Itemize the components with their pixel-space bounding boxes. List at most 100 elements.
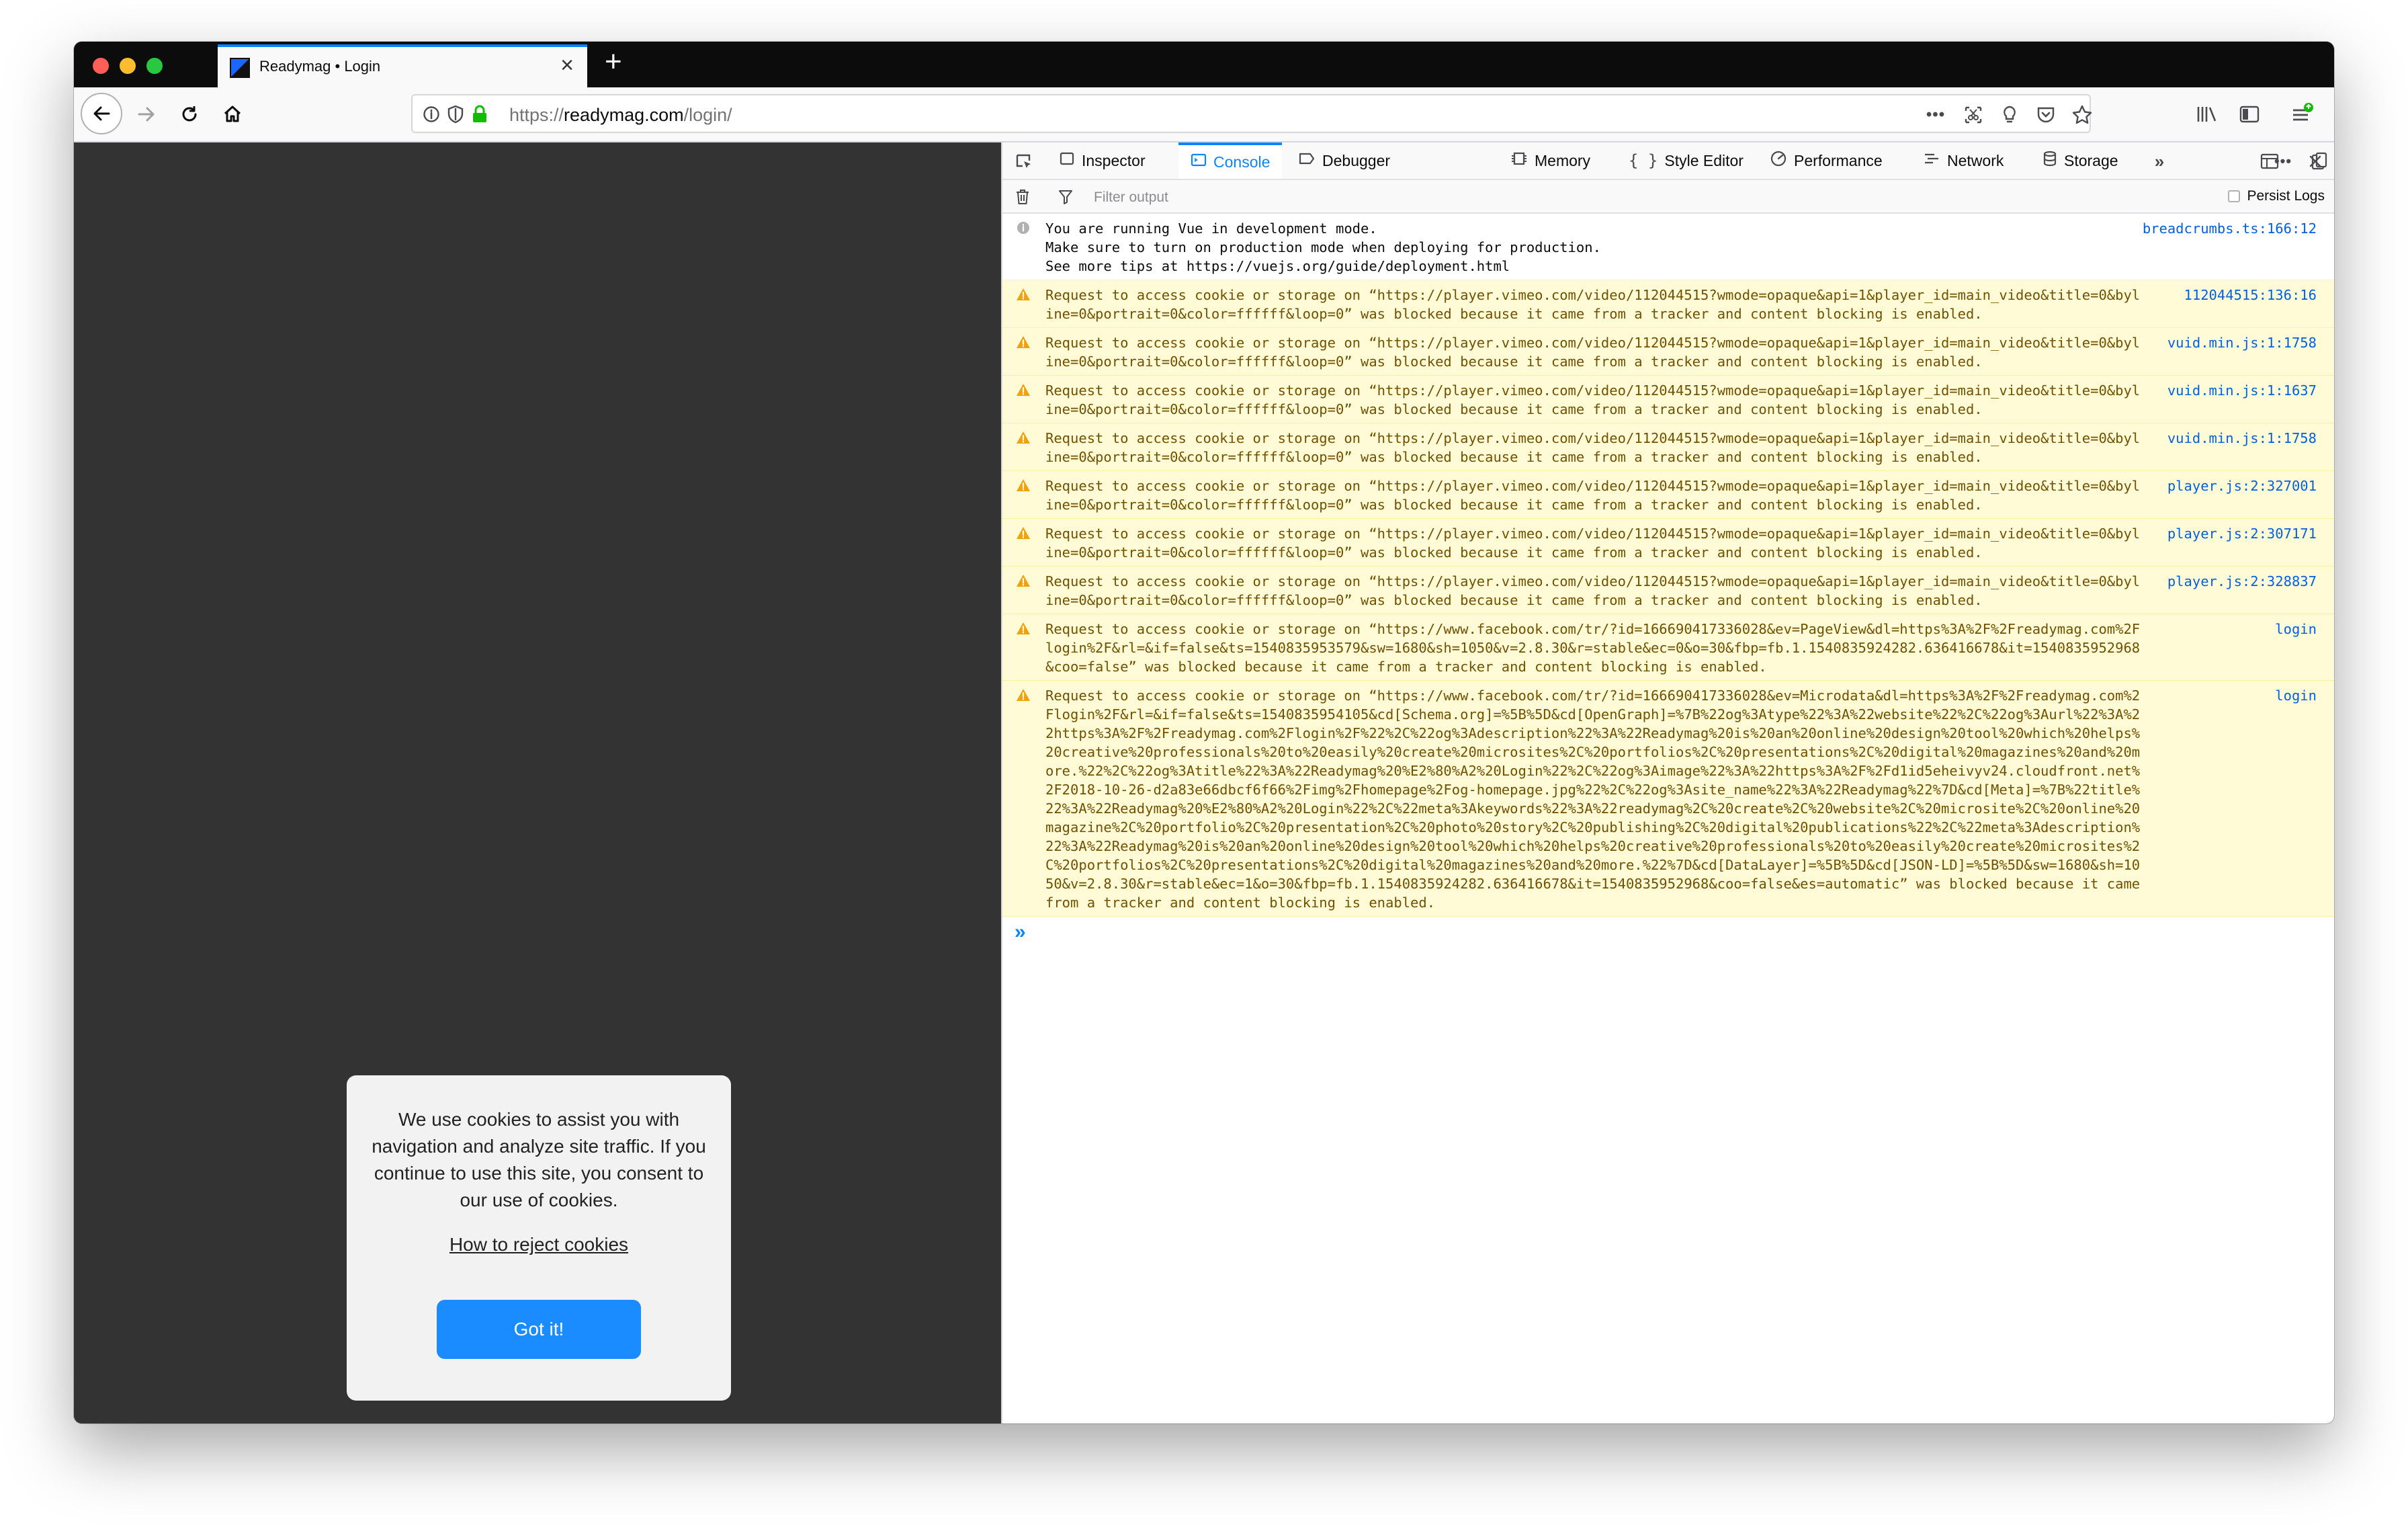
persist-logs-label: Persist Logs [2247, 188, 2325, 204]
url-text[interactable]: https://readymag.com/login/ [509, 105, 732, 126]
debugger-icon [1298, 151, 1316, 171]
message-text: Request to access cookie or storage on “… [1045, 430, 2141, 465]
performance-icon [1770, 150, 1787, 172]
window-maximize-button[interactable] [146, 58, 163, 74]
secure-lock-icon[interactable] [469, 104, 490, 125]
message-text: Request to access cookie or storage on “… [1045, 287, 2141, 322]
forward-button[interactable] [129, 97, 164, 132]
readymag-favicon-icon [230, 58, 250, 78]
console-warning-message[interactable]: Request to access cookie or storage on “… [1002, 614, 2334, 681]
console-warning-message[interactable]: Request to access cookie or storage on “… [1002, 567, 2334, 614]
bookmark-star-icon[interactable] [2071, 104, 2094, 126]
tab-inspector[interactable]: Inspector [1059, 142, 1146, 179]
warning-icon [1016, 382, 1031, 397]
url-path: /login/ [683, 105, 732, 125]
console-input[interactable]: » [1002, 917, 2334, 946]
window-minimize-button[interactable] [120, 58, 136, 74]
url-bar[interactable]: https://readymag.com/login/ ••• [411, 94, 2094, 133]
message-source-link[interactable]: vuid.min.js:1:1758 [2167, 429, 2317, 448]
warning-icon [1016, 621, 1031, 636]
style-editor-icon: { } [1629, 151, 1658, 170]
message-source-link[interactable]: vuid.min.js:1:1758 [2167, 333, 2317, 352]
tab-debugger[interactable]: Debugger [1298, 142, 1390, 179]
got-it-button[interactable]: Got it! [437, 1300, 641, 1359]
more-tools-chevron-icon[interactable]: » [2149, 151, 2170, 172]
checkbox-box[interactable] [2228, 190, 2241, 202]
tab-label: Console [1213, 153, 1271, 171]
home-button[interactable] [215, 97, 250, 132]
console-warning-message[interactable]: Request to access cookie or storage on “… [1002, 681, 2334, 917]
message-source-link[interactable]: player.js:2:307171 [2167, 524, 2317, 543]
tab-performance[interactable]: Performance [1770, 142, 1883, 179]
message-text: You are running Vue in development mode.… [1045, 220, 1601, 274]
window-close-button[interactable] [93, 58, 109, 74]
message-source-link[interactable]: 112044515:136:16 [2184, 286, 2317, 304]
browser-window: Readymag • Login × + https://readymag.co… [74, 42, 2334, 1423]
console-info-message[interactable]: You are running Vue in development mode.… [1002, 214, 2334, 280]
tab-label: Style Editor [1664, 151, 1744, 169]
info-icon [1016, 220, 1031, 235]
tracking-shield-icon[interactable] [445, 104, 466, 125]
filter-output-input[interactable]: Filter output [1094, 190, 1168, 206]
console-warning-message[interactable]: Request to access cookie or storage on “… [1002, 280, 2334, 328]
warning-icon [1016, 430, 1031, 445]
page-actions-icon[interactable]: ••• [1924, 104, 1947, 126]
tab-label: Inspector [1082, 151, 1146, 169]
inspector-icon [1059, 151, 1075, 171]
tab-memory[interactable]: Memory [1510, 142, 1590, 179]
element-picker-icon[interactable] [1013, 151, 1035, 172]
message-text: Request to access cookie or storage on “… [1045, 573, 2141, 608]
reject-cookies-link-label[interactable]: How to reject cookies [449, 1234, 628, 1255]
network-icon [1923, 151, 1940, 171]
navigation-bar: https://readymag.com/login/ ••• [74, 87, 2334, 142]
plus-icon: + [605, 45, 622, 78]
persist-logs-checkbox[interactable]: Persist Logs [2228, 188, 2325, 204]
tab-label: Network [1947, 151, 2004, 169]
console-warning-message[interactable]: Request to access cookie or storage on “… [1002, 423, 2334, 471]
page-viewport: We use cookies to assist you with naviga… [74, 142, 1001, 1423]
new-tab-button[interactable]: + [598, 44, 632, 85]
console-warning-message[interactable]: Request to access cookie or storage on “… [1002, 471, 2334, 519]
reload-icon [182, 106, 197, 122]
tab-style-editor[interactable]: { } Style Editor [1629, 142, 1744, 179]
warning-icon [1016, 573, 1031, 588]
filter-icon[interactable] [1055, 186, 1076, 208]
devtools-toolbar: Inspector Console Debugger Memory { } Sty… [1002, 142, 2334, 180]
tab-network[interactable]: Network [1923, 142, 2004, 179]
library-icon[interactable] [2192, 99, 2221, 129]
tab-console[interactable]: Console [1178, 142, 1283, 179]
console-warning-message[interactable]: Request to access cookie or storage on “… [1002, 328, 2334, 376]
tab-storage[interactable]: Storage [2042, 142, 2118, 179]
menu-icon[interactable] [2287, 99, 2317, 129]
console-icon [1191, 153, 1207, 172]
console-warning-message[interactable]: Request to access cookie or storage on “… [1002, 519, 2334, 567]
message-source-link[interactable]: player.js:2:327001 [2167, 477, 2317, 495]
devtools-options-icon[interactable]: ••• [2271, 151, 2295, 172]
warning-icon [1016, 335, 1031, 349]
message-source-link[interactable]: breadcrumbs.ts:166:12 [2143, 219, 2317, 238]
console-warning-message[interactable]: Request to access cookie or storage on “… [1002, 376, 2334, 423]
pocket-icon[interactable] [2034, 104, 2057, 126]
message-source-link[interactable]: player.js:2:328837 [2167, 572, 2317, 591]
close-devtools-icon[interactable] [2305, 151, 2326, 172]
screenshot-icon[interactable] [1962, 104, 1985, 126]
tab-close-icon[interactable]: × [560, 54, 574, 77]
url-host: readymag.com [564, 105, 684, 125]
warning-icon [1016, 287, 1031, 302]
message-text: Request to access cookie or storage on “… [1045, 526, 2141, 561]
message-source-link[interactable]: vuid.min.js:1:1637 [2167, 381, 2317, 400]
message-source-link[interactable]: login [2275, 620, 2317, 638]
message-source-link[interactable]: login [2275, 686, 2317, 705]
reject-cookies-link[interactable]: How to reject cookies [347, 1234, 731, 1255]
back-button[interactable] [81, 93, 122, 134]
tab-title: Readymag • Login [259, 58, 381, 75]
sidebar-toggle-icon[interactable] [2235, 99, 2264, 129]
browser-tab[interactable]: Readymag • Login × [218, 44, 587, 87]
warning-icon [1016, 478, 1031, 493]
reader-bulb-icon[interactable] [1998, 104, 2021, 126]
memory-icon [1510, 151, 1528, 171]
reload-button[interactable] [172, 97, 207, 132]
tab-label: Debugger [1322, 151, 1391, 169]
trash-icon[interactable] [1012, 186, 1033, 208]
info-icon[interactable] [421, 104, 442, 125]
